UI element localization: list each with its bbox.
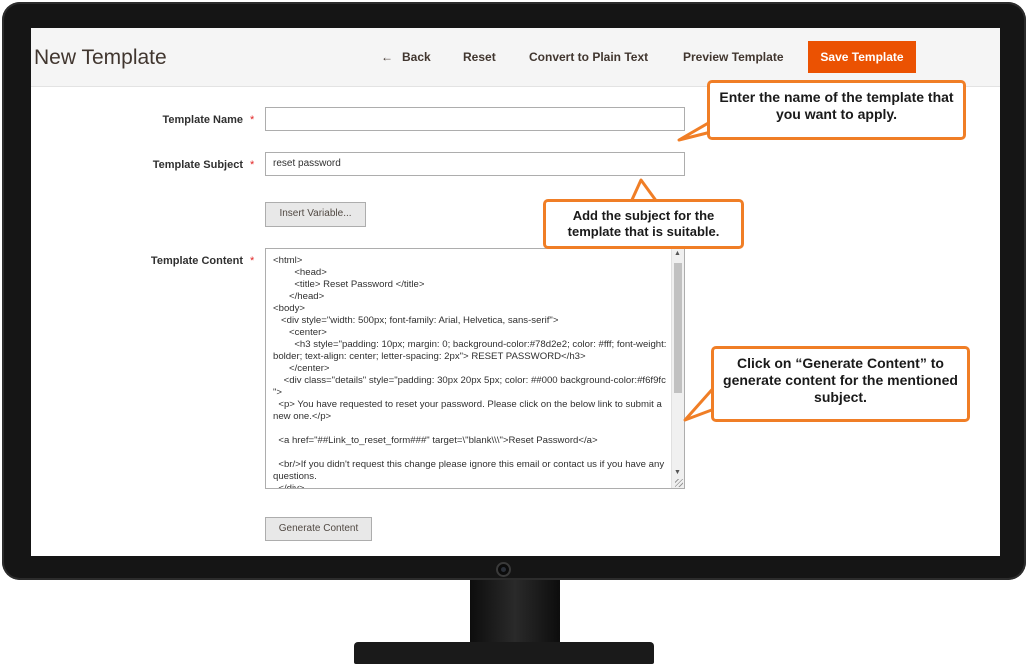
template-name-input[interactable] <box>265 107 685 131</box>
template-content-label: Template Content <box>150 255 243 267</box>
callout-generate-content: Click on “Generate Content” to generate … <box>711 346 970 422</box>
page-header: New Template ← Back Reset Convert to Plai… <box>31 28 1000 87</box>
monitor-stand-base <box>354 642 654 664</box>
scroll-thumb[interactable] <box>674 263 682 393</box>
back-button[interactable]: ← Back <box>381 50 431 64</box>
monitor-stand-neck <box>470 580 560 644</box>
save-template-button[interactable]: Save Template <box>808 41 916 73</box>
reset-button[interactable]: Reset <box>463 50 496 64</box>
template-name-label: Template Name <box>162 114 244 126</box>
arrow-left-icon: ← <box>381 50 393 64</box>
insert-variable-button[interactable]: Insert Variable... <box>265 202 366 227</box>
webcam-icon <box>496 562 511 577</box>
required-mark: * <box>250 159 255 171</box>
textarea-scrollbar[interactable]: ▲ ▼ <box>671 249 684 488</box>
template-subject-input[interactable]: reset password <box>265 152 685 176</box>
screen: New Template ← Back Reset Convert to Plai… <box>31 28 1000 556</box>
convert-to-plain-text-button[interactable]: Convert to Plain Text <box>529 50 648 64</box>
resize-handle-icon[interactable] <box>675 479 683 487</box>
required-mark: * <box>250 114 255 126</box>
preview-template-button[interactable]: Preview Template <box>683 50 784 64</box>
callout-template-name: Enter the name of the template that you … <box>707 80 966 140</box>
generate-content-button[interactable]: Generate Content <box>265 517 372 541</box>
callout-template-subject: Add the subject for the template that is… <box>543 199 744 249</box>
scroll-down-icon[interactable]: ▼ <box>674 469 681 476</box>
monitor-frame: New Template ← Back Reset Convert to Plai… <box>2 2 1026 580</box>
template-subject-label: Template Subject <box>152 159 243 171</box>
template-content-text: <html> <head> <title> Reset Password </t… <box>273 255 667 489</box>
page-title: New Template <box>34 46 167 69</box>
back-label: Back <box>402 50 431 64</box>
required-mark: * <box>250 255 255 267</box>
scroll-up-icon[interactable]: ▲ <box>674 250 681 257</box>
template-content-textarea[interactable]: <html> <head> <title> Reset Password </t… <box>265 248 685 489</box>
